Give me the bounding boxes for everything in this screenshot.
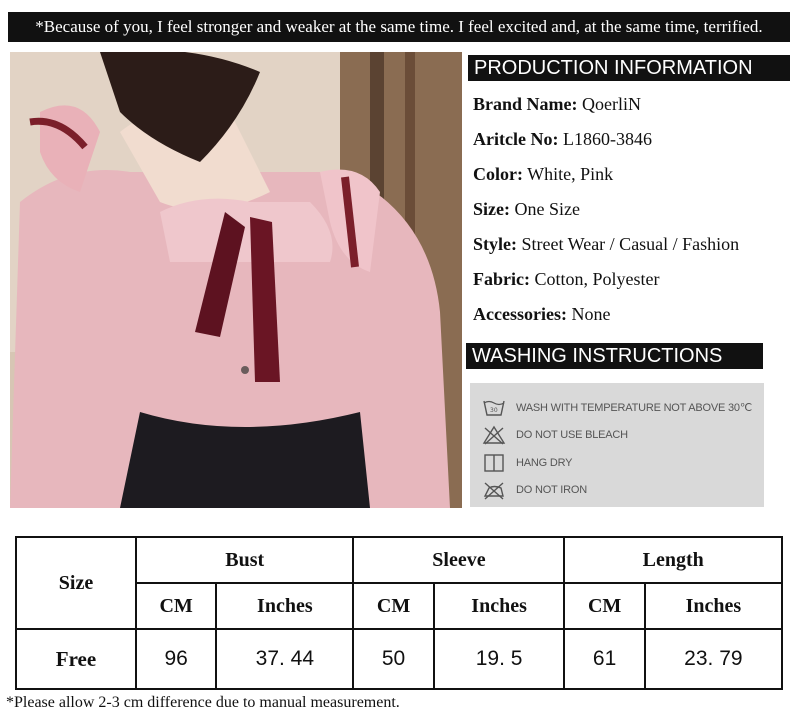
unit-header: CM bbox=[563, 582, 646, 630]
model-photo-illustration bbox=[10, 52, 462, 508]
no-iron-icon bbox=[483, 482, 504, 500]
production-information-title: PRODUCTION INFORMATION bbox=[468, 55, 790, 81]
production-info-list: Brand Name: QoerliN Aritcle No: L1860-38… bbox=[473, 88, 793, 333]
length-cm-value: 61 bbox=[563, 628, 646, 690]
sleeve-cm-value: 50 bbox=[352, 628, 435, 690]
info-fabric: Fabric: Cotton, Polyester bbox=[473, 269, 660, 289]
product-photo bbox=[10, 52, 462, 508]
unit-header: Inches bbox=[215, 582, 355, 630]
washing-instructions-panel: 30 WASH WITH TEMPERATURE NOT ABOVE 30℃ D… bbox=[470, 383, 764, 507]
wash-row-iron: DO NOT IRON bbox=[482, 479, 587, 501]
wash-30-icon: 30 bbox=[483, 400, 505, 416]
sleeve-header: Sleeve bbox=[352, 536, 566, 584]
hang-dry-icon bbox=[484, 454, 504, 472]
info-article-no: Aritcle No: L1860-3846 bbox=[473, 129, 652, 149]
wash-row-hang-dry: HANG DRY bbox=[482, 452, 572, 474]
unit-header: CM bbox=[352, 582, 435, 630]
size-header: Size bbox=[15, 536, 137, 630]
info-color: Color: White, Pink bbox=[473, 164, 614, 184]
size-value: Free bbox=[15, 628, 137, 690]
info-size: Size: One Size bbox=[473, 199, 580, 219]
info-accessories: Accessories: None bbox=[473, 304, 611, 324]
size-chart-table: Size Bust Sleeve Length CM Inches CM Inc… bbox=[15, 536, 784, 690]
size-table-group-header-row: Size Bust Sleeve Length bbox=[15, 536, 783, 630]
svg-text:30: 30 bbox=[490, 407, 498, 414]
table-row: Free 96 37. 44 50 19. 5 61 23. 79 bbox=[15, 628, 784, 690]
bust-inches-value: 37. 44 bbox=[215, 628, 355, 690]
unit-header: Inches bbox=[432, 582, 566, 630]
sleeve-inches-value: 19. 5 bbox=[432, 628, 566, 690]
info-style: Style: Street Wear / Casual / Fashion bbox=[473, 234, 740, 254]
washing-instructions-title: WASHING INSTRUCTIONS bbox=[466, 343, 763, 369]
bust-cm-value: 96 bbox=[134, 628, 218, 690]
length-inches-value: 23. 79 bbox=[643, 628, 784, 690]
bust-header: Bust bbox=[134, 536, 355, 584]
length-header: Length bbox=[563, 536, 783, 584]
top-quote-banner: *Because of you, I feel stronger and wea… bbox=[8, 12, 790, 42]
measurement-footnote: *Please allow 2-3 cm difference due to m… bbox=[6, 694, 400, 711]
unit-header: CM bbox=[134, 582, 218, 630]
unit-header: Inches bbox=[643, 582, 784, 630]
info-brand-name: Brand Name: QoerliN bbox=[473, 94, 641, 114]
wash-row-temperature: 30 WASH WITH TEMPERATURE NOT ABOVE 30℃ bbox=[482, 396, 752, 418]
no-bleach-icon bbox=[482, 425, 506, 445]
wash-row-bleach: DO NOT USE BLEACH bbox=[482, 424, 628, 446]
